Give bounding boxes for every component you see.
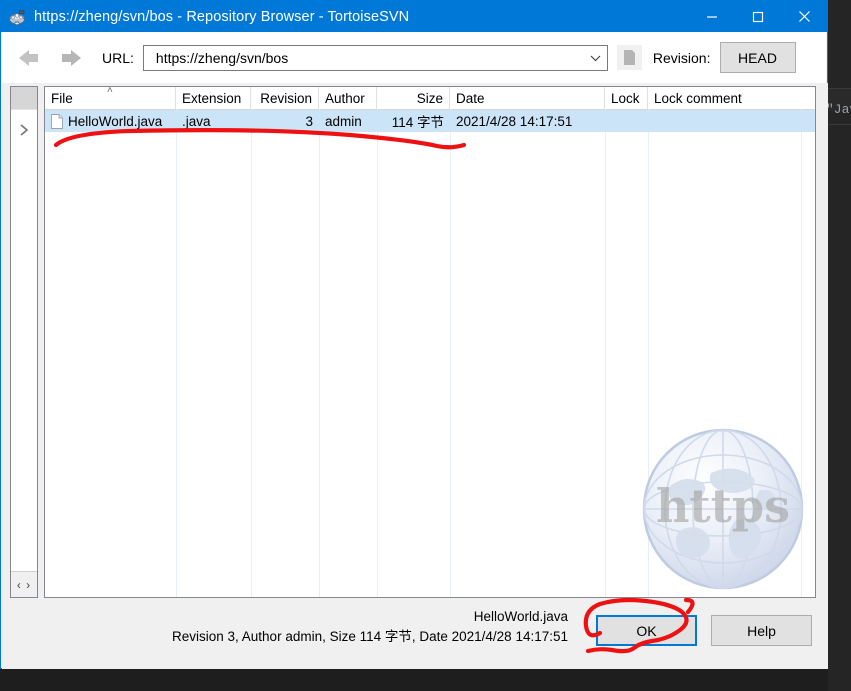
cell-extension: .java bbox=[182, 113, 211, 129]
cell-lock bbox=[605, 110, 648, 132]
cell-file-name: HelloWorld.java bbox=[68, 113, 163, 129]
forward-arrow-icon bbox=[62, 49, 81, 66]
toolbar: URL: https://zheng/svn/bos Revision: HEA… bbox=[2, 32, 826, 83]
url-input[interactable]: https://zheng/svn/bos bbox=[144, 50, 585, 66]
column-header-file[interactable]: File ˄ bbox=[45, 87, 176, 109]
chevron-down-icon[interactable] bbox=[585, 46, 607, 70]
title-bar[interactable]: https://zheng/svn/bos - Repository Brows… bbox=[1, 1, 827, 32]
column-header-lock[interactable]: Lock bbox=[605, 87, 648, 109]
tree-pane-header bbox=[11, 87, 37, 110]
ok-button[interactable]: OK bbox=[596, 615, 697, 646]
repository-browser-dialog: https://zheng/svn/bos - Repository Brows… bbox=[0, 0, 828, 669]
pane-splitter-handle[interactable]: ‹ › bbox=[11, 571, 37, 597]
file-document-icon bbox=[51, 113, 63, 129]
status-text: HelloWorld.java Revision 3, Author admin… bbox=[2, 607, 568, 647]
cell-date: 2021/4/28 14:17:51 bbox=[456, 113, 573, 129]
status-details: Revision 3, Author admin, Size 114 字节, D… bbox=[172, 629, 568, 644]
revision-head-button[interactable]: HEAD bbox=[719, 42, 796, 73]
list-header-row: File ˄ Extension Revision Author Size Da… bbox=[45, 87, 815, 110]
cell-file: HelloWorld.java bbox=[45, 110, 176, 132]
column-header-author[interactable]: Author bbox=[319, 87, 377, 109]
chevron-right-icon[interactable] bbox=[11, 110, 37, 150]
help-button[interactable]: Help bbox=[711, 615, 812, 646]
status-filename: HelloWorld.java bbox=[473, 609, 568, 624]
column-header-date[interactable]: Date bbox=[450, 87, 605, 109]
revision-label: Revision: bbox=[652, 49, 711, 66]
watermark-text: https bbox=[656, 479, 790, 533]
list-gridlines bbox=[45, 109, 815, 597]
dialog-footer: HelloWorld.java Revision 3, Author admin… bbox=[2, 601, 828, 669]
column-header-extension[interactable]: Extension bbox=[176, 87, 251, 109]
close-button[interactable] bbox=[781, 1, 827, 32]
window-controls bbox=[689, 1, 827, 32]
file-list-pane[interactable]: File ˄ Extension Revision Author Size Da… bbox=[44, 86, 816, 598]
background-code-text: "Jav bbox=[826, 102, 851, 117]
forward-button[interactable] bbox=[54, 44, 88, 72]
back-button[interactable] bbox=[12, 44, 46, 72]
back-arrow-icon bbox=[19, 49, 38, 66]
repository-tree-pane[interactable]: ‹ › bbox=[10, 86, 38, 598]
cell-lock-comment bbox=[648, 110, 801, 132]
column-header-lock-comment[interactable]: Lock comment bbox=[648, 87, 801, 109]
revision-picker-icon[interactable] bbox=[616, 45, 642, 70]
https-globe-watermark: https bbox=[639, 425, 807, 593]
sort-ascending-icon: ˄ bbox=[107, 86, 113, 96]
column-header-file-label: File bbox=[51, 90, 73, 106]
maximize-button[interactable] bbox=[735, 1, 781, 32]
window-title: https://zheng/svn/bos - Repository Brows… bbox=[34, 8, 410, 25]
url-label: URL: bbox=[102, 49, 134, 66]
cell-size: 114 字节 bbox=[391, 115, 444, 130]
background-rule-bottom bbox=[828, 124, 851, 125]
browser-body: ‹ › File ˄ Extension Revision Author Siz… bbox=[2, 83, 828, 601]
column-header-revision[interactable]: Revision bbox=[251, 87, 319, 109]
cell-author: admin bbox=[325, 113, 362, 129]
table-row[interactable]: HelloWorld.java .java 3 admin 114 字节 202… bbox=[45, 110, 815, 132]
tortoisesvn-turtle-icon bbox=[7, 7, 27, 27]
url-combobox[interactable]: https://zheng/svn/bos bbox=[142, 44, 608, 71]
column-header-size[interactable]: Size bbox=[377, 87, 450, 109]
minimize-button[interactable] bbox=[689, 1, 735, 32]
cell-revision: 3 bbox=[305, 113, 313, 129]
